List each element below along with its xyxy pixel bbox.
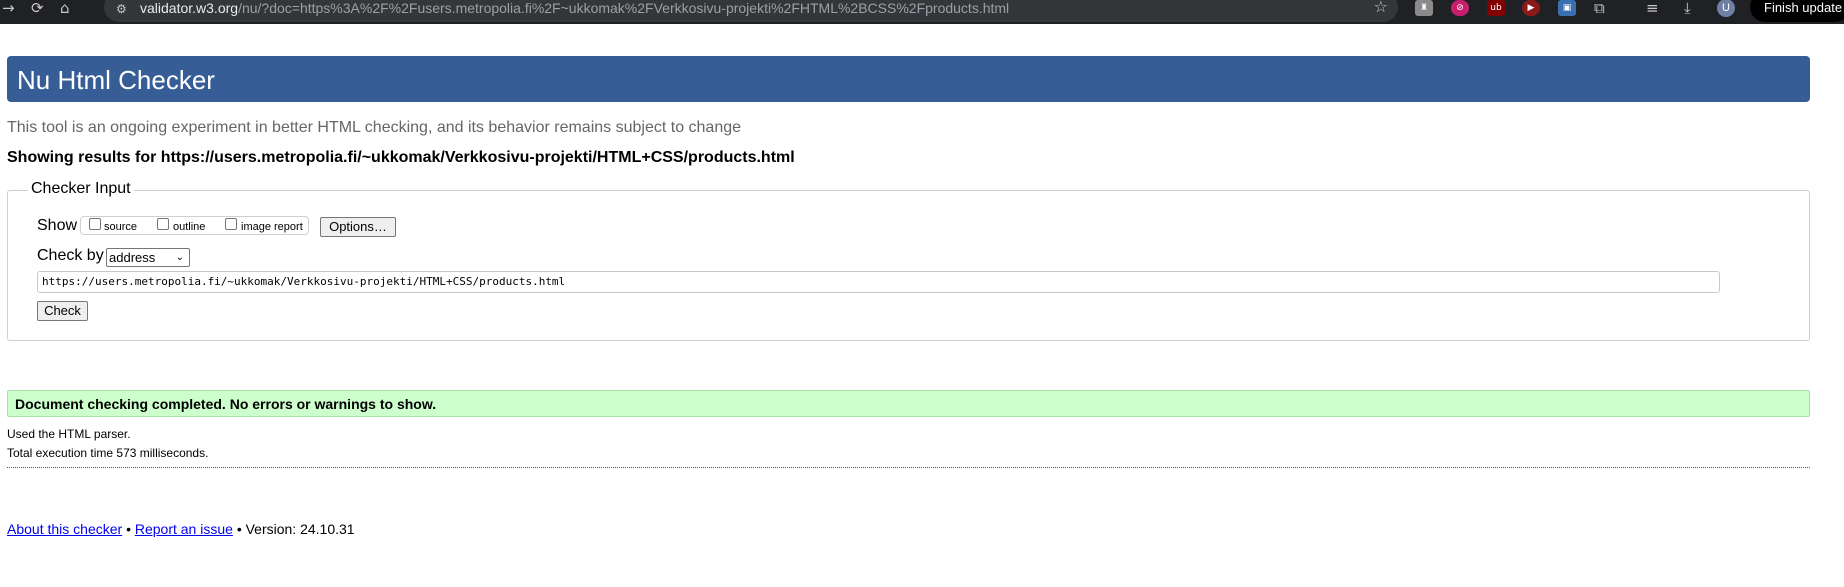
version-text: Version: 24.10.31 xyxy=(245,521,355,537)
extension-2-icon[interactable]: ⊘ xyxy=(1451,0,1469,16)
options-button[interactable]: Options… xyxy=(320,217,396,237)
check-by-select[interactable]: address ⌄ xyxy=(106,248,190,267)
show-label: Show xyxy=(37,217,78,234)
extension-4-icon[interactable]: ▶ xyxy=(1522,0,1540,16)
home-icon[interactable]: ⌂ xyxy=(60,0,70,20)
footer-separator: • xyxy=(126,521,131,537)
page-header: Nu Html Checker xyxy=(7,56,1810,102)
image-report-checkbox[interactable] xyxy=(225,218,237,230)
outline-checkbox-label[interactable]: outline xyxy=(173,221,205,233)
footer-divider xyxy=(7,467,1810,468)
intro-subtitle: This tool is an ongoing experiment in be… xyxy=(7,119,742,136)
footer: About this checker • Report an issue • V… xyxy=(7,521,355,537)
check-by-label: Check by xyxy=(37,247,104,264)
execution-time: Total execution time 573 milliseconds. xyxy=(7,446,209,460)
about-checker-link[interactable]: About this checker xyxy=(7,521,122,537)
extensions-icon[interactable]: ⧉ xyxy=(1594,0,1605,18)
chevron-down-icon: ⌄ xyxy=(175,252,184,263)
report-issue-link[interactable]: Report an issue xyxy=(135,521,233,537)
results-for-heading: Showing results for https://users.metrop… xyxy=(7,149,795,166)
checker-input-fieldset xyxy=(7,190,1810,341)
check-button[interactable]: Check xyxy=(37,301,88,321)
footer-separator: • xyxy=(236,521,242,537)
image-report-checkbox-label[interactable]: image report xyxy=(241,221,303,233)
extension-5-icon[interactable]: ▣ xyxy=(1558,0,1576,16)
success-message-box: Document checking completed. No errors o… xyxy=(7,390,1810,417)
check-by-selected-value: address xyxy=(109,250,156,265)
parser-info: Used the HTML parser. xyxy=(7,427,131,441)
page-title: Nu Html Checker xyxy=(17,65,215,95)
bookmark-star-icon[interactable]: ☆ xyxy=(1374,0,1388,15)
extension-1-icon[interactable]: ♜ xyxy=(1415,0,1433,16)
outline-checkbox[interactable] xyxy=(157,218,169,230)
browser-toolbar: → ⟳ ⌂ ⚙ validator.w3.org/nu/?doc=https%3… xyxy=(0,0,1844,24)
back-icon[interactable]: → xyxy=(2,0,15,20)
ublock-icon[interactable]: ub xyxy=(1487,0,1505,16)
document-url-input[interactable]: https://users.metropolia.fi/~ukkomak/Ver… xyxy=(37,271,1720,293)
address-bar-url[interactable]: validator.w3.org/nu/?doc=https%3A%2F%2Fu… xyxy=(140,0,1009,16)
address-bar[interactable]: ⚙ validator.w3.org/nu/?doc=https%3A%2F%2… xyxy=(104,0,1398,22)
finish-update-button[interactable]: Finish update xyxy=(1750,0,1844,22)
checker-input-legend: Checker Input xyxy=(28,180,134,198)
source-checkbox-label[interactable]: source xyxy=(104,221,137,233)
reading-list-icon[interactable]: ≡ xyxy=(1646,0,1659,18)
reload-icon[interactable]: ⟳ xyxy=(31,0,44,20)
download-icon[interactable]: ⤓ xyxy=(1684,0,1691,18)
success-message: Document checking completed. No errors o… xyxy=(15,396,437,412)
profile-avatar[interactable]: U xyxy=(1717,0,1735,17)
source-checkbox[interactable] xyxy=(89,218,101,230)
site-info-icon[interactable]: ⚙ xyxy=(116,2,127,16)
